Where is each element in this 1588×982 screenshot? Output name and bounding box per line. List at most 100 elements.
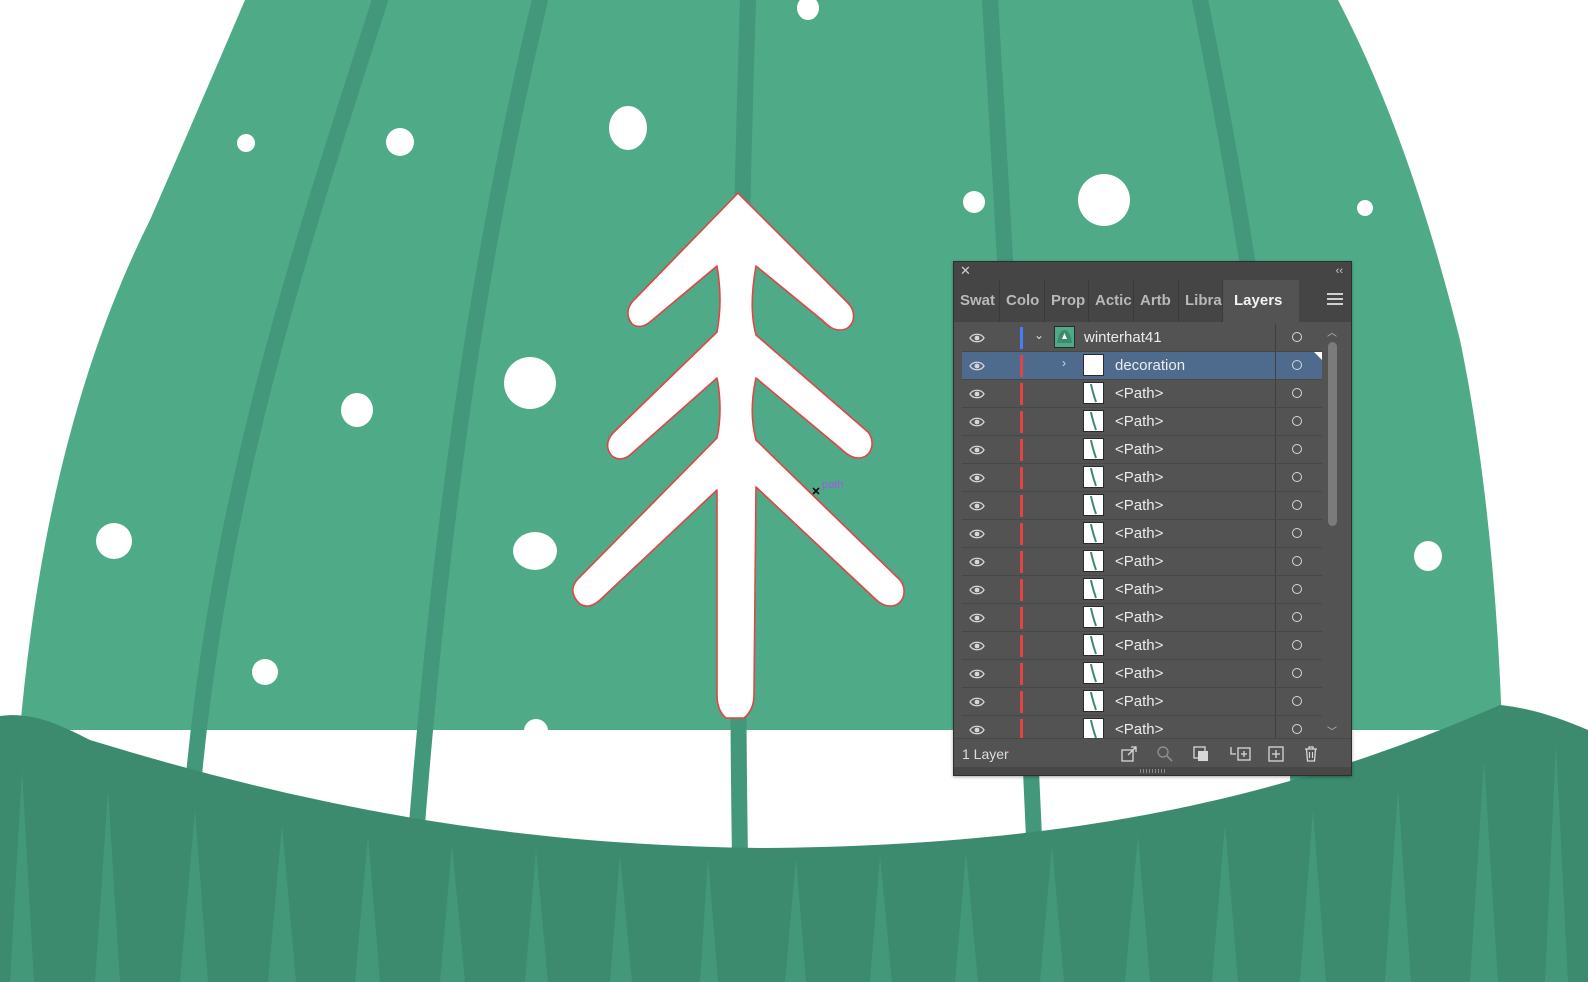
scroll-up-icon[interactable]: ︿ [1327, 324, 1337, 339]
layer-color-bar [1020, 439, 1023, 461]
visibility-eye-icon[interactable] [969, 695, 985, 707]
panel-footer: 1 Layer [954, 738, 1351, 769]
visibility-eye-icon[interactable] [969, 499, 985, 511]
layer-thumbnail [1083, 578, 1104, 600]
layer-name: <Path> [1115, 497, 1164, 514]
layer-thumbnail [1083, 690, 1104, 712]
layer-name: <Path> [1115, 637, 1164, 654]
collapse-chevron-icon[interactable]: ⌄ [1034, 328, 1044, 342]
visibility-eye-icon[interactable] [969, 527, 985, 539]
layer-thumbnail [1083, 606, 1104, 628]
target-circle-icon[interactable] [1292, 500, 1302, 510]
visibility-eye-icon[interactable] [969, 331, 985, 343]
path-row[interactable]: <Path> [962, 604, 1322, 632]
new-sublayer-icon[interactable] [1228, 745, 1252, 763]
locate-object-icon[interactable] [1156, 745, 1174, 763]
layer-color-bar [1020, 607, 1023, 629]
target-circle-icon[interactable] [1292, 332, 1302, 342]
layer-name: <Path> [1115, 609, 1164, 626]
visibility-eye-icon[interactable] [969, 583, 985, 595]
visibility-eye-icon[interactable] [969, 639, 985, 651]
layer-color-bar [1020, 523, 1023, 545]
tab-artboards[interactable]: Artb [1134, 280, 1179, 322]
visibility-eye-icon[interactable] [969, 387, 985, 399]
layer-name: <Path> [1115, 553, 1164, 570]
target-circle-icon[interactable] [1292, 556, 1302, 566]
target-circle-icon[interactable] [1292, 360, 1302, 370]
layer-color-bar [1020, 579, 1023, 601]
target-circle-icon[interactable] [1292, 724, 1302, 734]
export-icon[interactable] [1120, 745, 1138, 763]
path-row[interactable]: <Path> [962, 380, 1322, 408]
target-circle-icon[interactable] [1292, 444, 1302, 454]
path-row[interactable]: <Path> [962, 660, 1322, 688]
scroll-down-icon[interactable]: ﹀ [1327, 723, 1337, 738]
path-row[interactable]: <Path> [962, 632, 1322, 660]
column-divider [1275, 464, 1276, 491]
visibility-eye-icon[interactable] [969, 359, 985, 371]
path-row[interactable]: <Path> [962, 688, 1322, 716]
visibility-eye-icon[interactable] [969, 415, 985, 427]
selection-indicator [1314, 352, 1322, 360]
tab-libraries[interactable]: Libra [1179, 280, 1223, 322]
tab-actions[interactable]: Actic [1089, 280, 1134, 322]
sublayer-row[interactable]: › decoration [962, 352, 1322, 380]
close-icon[interactable]: ✕ [960, 263, 971, 279]
layer-name: decoration [1115, 357, 1186, 374]
layer-name: <Path> [1115, 525, 1164, 542]
layers-panel[interactable]: ✕ ‹‹ Swat Colo Prop Actic Artb Libra Lay… [953, 261, 1352, 776]
target-circle-icon[interactable] [1292, 472, 1302, 482]
trash-icon[interactable] [1302, 745, 1320, 763]
path-row[interactable]: <Path> [962, 436, 1322, 464]
tab-color[interactable]: Colo [1000, 280, 1045, 322]
path-row[interactable]: <Path> [962, 520, 1322, 548]
collapse-panel-icon[interactable]: ‹‹ [1336, 263, 1343, 279]
path-row[interactable]: <Path> [962, 492, 1322, 520]
tab-swatches[interactable]: Swat [954, 280, 1000, 322]
clipping-mask-icon[interactable] [1192, 745, 1210, 763]
expand-chevron-icon[interactable]: › [1062, 356, 1066, 370]
visibility-eye-icon[interactable] [969, 611, 985, 623]
panel-menu-icon[interactable] [1327, 293, 1343, 308]
path-row[interactable]: <Path> [962, 548, 1322, 576]
tab-properties[interactable]: Prop [1045, 280, 1089, 322]
visibility-eye-icon[interactable] [969, 723, 985, 735]
layer-name: <Path> [1115, 385, 1164, 402]
layer-row-top[interactable]: ⌄ winterhat41 [962, 324, 1322, 352]
target-circle-icon[interactable] [1292, 388, 1302, 398]
target-circle-icon[interactable] [1292, 612, 1302, 622]
layer-color-bar [1020, 551, 1023, 573]
visibility-eye-icon[interactable] [969, 471, 985, 483]
tab-layers[interactable]: Layers [1223, 280, 1299, 322]
column-divider [1275, 604, 1276, 631]
new-layer-icon[interactable] [1267, 745, 1285, 763]
target-circle-icon[interactable] [1292, 584, 1302, 594]
path-row[interactable]: <Path> [962, 576, 1322, 604]
layer-thumbnail [1083, 410, 1104, 432]
panel-titlebar[interactable]: ✕ ‹‹ [954, 262, 1351, 280]
layer-name: <Path> [1115, 581, 1164, 598]
layer-color-bar [1020, 467, 1023, 489]
target-circle-icon[interactable] [1292, 668, 1302, 678]
layer-name: <Path> [1115, 413, 1164, 430]
layer-name: <Path> [1115, 721, 1164, 738]
target-circle-icon[interactable] [1292, 640, 1302, 650]
layers-list[interactable]: ⌄ winterhat41 › decoration <Path> <Path> <Path… [962, 324, 1322, 738]
panel-resize-grip[interactable] [954, 767, 1351, 775]
visibility-eye-icon[interactable] [969, 555, 985, 567]
layer-color-bar [1020, 383, 1023, 405]
layer-name: <Path> [1115, 469, 1164, 486]
scroll-thumb[interactable] [1328, 342, 1337, 526]
path-row[interactable]: <Path> [962, 464, 1322, 492]
visibility-eye-icon[interactable] [969, 443, 985, 455]
layer-name: <Path> [1115, 693, 1164, 710]
target-circle-icon[interactable] [1292, 528, 1302, 538]
path-row[interactable]: <Path> [962, 408, 1322, 436]
layers-scrollbar[interactable]: ︿ ﹀ [1322, 324, 1344, 738]
layer-name: winterhat41 [1084, 329, 1162, 346]
column-divider [1275, 520, 1276, 547]
path-row[interactable]: <Path> [962, 716, 1322, 738]
target-circle-icon[interactable] [1292, 696, 1302, 706]
visibility-eye-icon[interactable] [969, 667, 985, 679]
target-circle-icon[interactable] [1292, 416, 1302, 426]
